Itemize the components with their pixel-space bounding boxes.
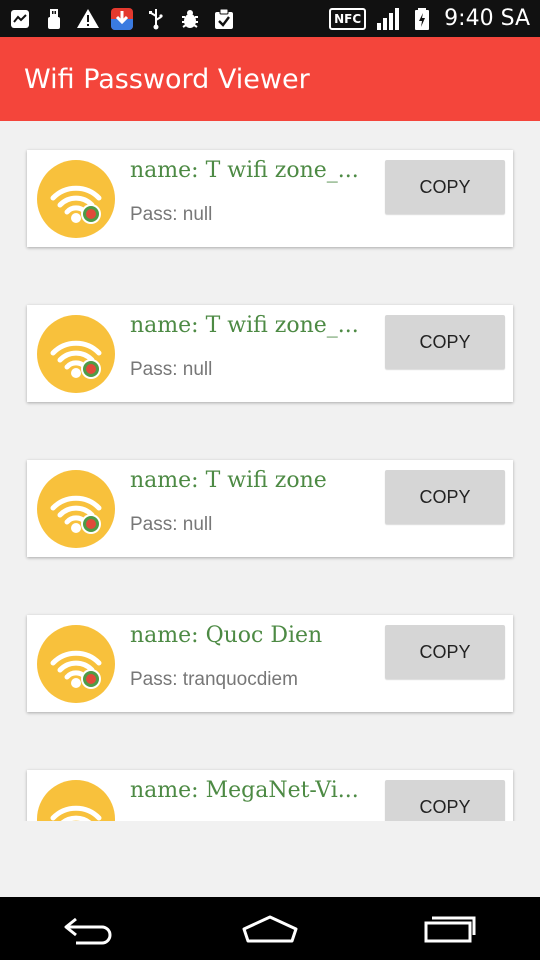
nfc-icon: NFC (329, 7, 367, 30)
usb-icon (42, 7, 66, 31)
network-card: name: Quoc Dien Pass: tranquocdiem COPY (27, 615, 513, 712)
clipboard-check-icon (212, 7, 236, 31)
network-card: name: MegaNet-Vi... COPY (27, 770, 513, 821)
messenger-icon (8, 7, 32, 31)
wifi-icon (37, 315, 115, 393)
copy-button[interactable]: COPY (385, 780, 505, 821)
network-list[interactable]: name: T wifi zone_... Pass: null COPY na… (0, 121, 540, 821)
network-password: Pass: null (130, 359, 213, 380)
network-password: Pass: null (130, 204, 213, 225)
wifi-icon (37, 780, 115, 821)
wifi-icon (37, 625, 115, 703)
status-bar: NFC 9:40 SA (0, 0, 540, 37)
navigation-bar (0, 897, 540, 960)
bug-icon (178, 7, 202, 31)
warning-icon (76, 7, 100, 31)
signal-icon (376, 7, 400, 31)
copy-button[interactable]: COPY (385, 470, 505, 524)
system-icons: NFC 9:40 SA (329, 6, 530, 31)
usb-debug-icon (144, 7, 168, 31)
network-name: name: T wifi zone_... (130, 158, 359, 183)
home-icon[interactable] (235, 909, 305, 949)
network-password: Pass: tranquocdiem (130, 669, 298, 690)
network-card: name: T wifi zone_... Pass: null COPY (27, 150, 513, 247)
clock: 9:40 SA (444, 6, 530, 31)
battery-icon (410, 7, 434, 31)
network-name: name: Quoc Dien (130, 623, 323, 648)
network-name: name: T wifi zone_... (130, 313, 359, 338)
copy-button[interactable]: COPY (385, 315, 505, 369)
recent-apps-icon[interactable] (415, 909, 485, 949)
download-icon (110, 7, 134, 31)
network-name: name: T wifi zone (130, 468, 327, 493)
network-card: name: T wifi zone_... Pass: null COPY (27, 305, 513, 402)
wifi-icon (37, 160, 115, 238)
app-title: Wifi Password Viewer (24, 63, 310, 95)
notification-icons (8, 7, 236, 31)
back-icon[interactable] (55, 909, 125, 949)
app-bar: Wifi Password Viewer (0, 37, 540, 121)
network-name: name: MegaNet-Vi... (130, 778, 359, 803)
copy-button[interactable]: COPY (385, 160, 505, 214)
network-password: Pass: null (130, 514, 213, 535)
network-card: name: T wifi zone Pass: null COPY (27, 460, 513, 557)
copy-button[interactable]: COPY (385, 625, 505, 679)
wifi-icon (37, 470, 115, 548)
